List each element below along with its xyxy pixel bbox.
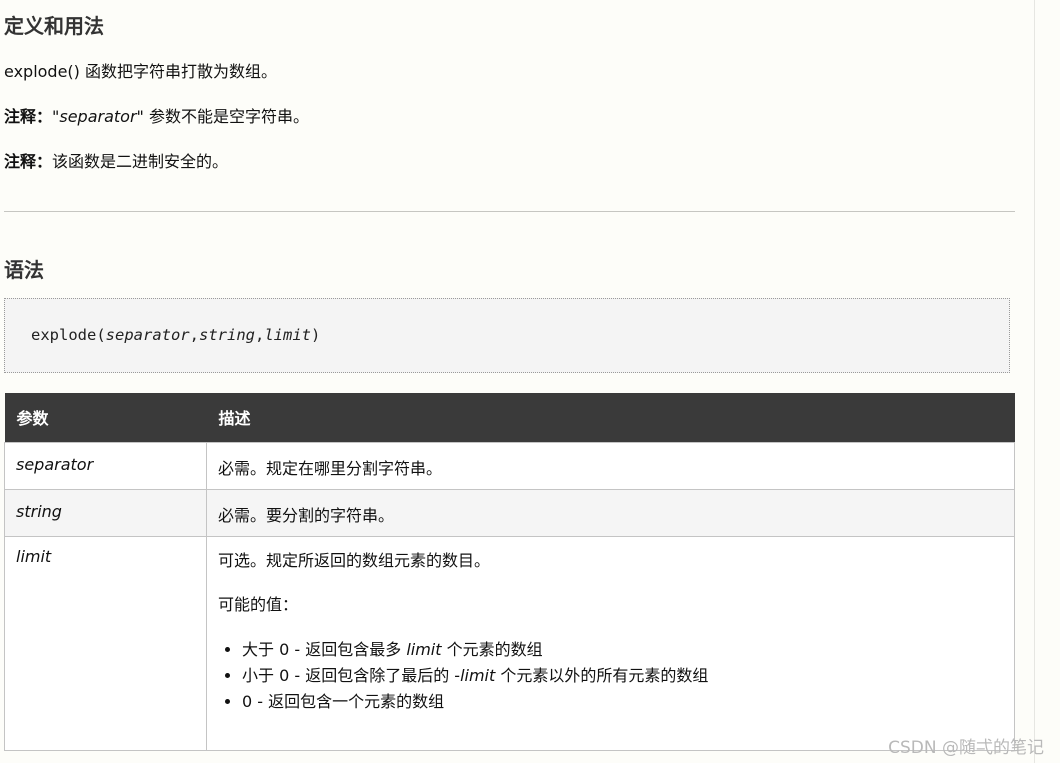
note-separator: 注释："separator" 参数不能是空字符串。 (4, 103, 309, 127)
quote-close: " (136, 107, 144, 126)
definition-paragraph: explode() 函数把字符串打散为数组。 (4, 58, 277, 82)
param-description-cell: 可选。规定所返回的数组元素的数目。 可能的值： 大于 0 - 返回包含最多 li… (206, 535, 1015, 751)
definition-text: 函数把字符串打散为数组。 (79, 62, 277, 81)
list-item: 小于 0 - 返回包含除了最后的 -limit 个元素以外的所有元素的数组 (242, 663, 1003, 689)
table-row: limit 可选。规定所返回的数组元素的数目。 可能的值： 大于 0 - 返回包… (4, 535, 1015, 751)
value-text: 小于 0 - 返回包含除了最后的 - (242, 665, 461, 685)
note-text: 参数不能是空字符串。 (143, 107, 309, 126)
param-description: 必需。规定在哪里分割字符串。 (206, 441, 1015, 490)
table-header-row: 参数 描述 (4, 393, 1015, 442)
document-page: 定义和用法 explode() 函数把字符串打散为数组。 注释："separat… (0, 0, 1034, 763)
param-description: 可选。规定所返回的数组元素的数目。 (218, 550, 491, 570)
list-item: 大于 0 - 返回包含最多 limit 个元素的数组 (242, 637, 1003, 663)
note-label: 注释： (4, 107, 53, 126)
syntax-heading: 语法 (4, 258, 44, 282)
code-arg-limit: limit (264, 326, 312, 344)
param-description: 必需。要分割的字符串。 (206, 488, 1015, 537)
code-function: explode( (31, 326, 106, 344)
note-label: 注释： (4, 152, 53, 171)
page-scrollbar-track[interactable] (1034, 0, 1060, 763)
list-item: 0 - 返回包含一个元素的数组 (242, 689, 1003, 715)
code-arg-string: string (199, 326, 255, 344)
note-binary-safe: 注释：该函数是二进制安全的。 (4, 148, 228, 172)
value-emphasis: limit (460, 665, 496, 685)
definition-heading: 定义和用法 (4, 14, 104, 38)
value-text: 大于 0 - 返回包含最多 (242, 639, 407, 659)
note-param-name: separator (59, 107, 137, 126)
param-name: string (4, 488, 207, 537)
parameters-table: 参数 描述 separator 必需。规定在哪里分割字符串。 string 必需… (4, 393, 1015, 751)
watermark: CSDN @随弌的笔记 (888, 738, 1044, 758)
possible-values-list: 大于 0 - 返回包含最多 limit 个元素的数组 小于 0 - 返回包含除了… (218, 637, 1003, 715)
code-close-paren: ) (311, 326, 321, 344)
section-divider (4, 211, 1015, 212)
code-arg-separator: separator (105, 326, 190, 344)
header-description: 描述 (206, 393, 1015, 442)
table-row: separator 必需。规定在哪里分割字符串。 (4, 441, 1015, 490)
param-name: separator (4, 441, 207, 490)
table-row: string 必需。要分割的字符串。 (4, 488, 1015, 537)
value-text: 个元素的数组 (441, 639, 543, 659)
code-comma: , (189, 326, 199, 344)
value-text: 0 - 返回包含一个元素的数组 (242, 691, 445, 711)
value-text: 个元素以外的所有元素的数组 (495, 665, 709, 685)
possible-values-label: 可能的值： (218, 594, 299, 614)
code-comma: , (255, 326, 265, 344)
function-name: explode() (4, 62, 80, 81)
note-text: 该函数是二进制安全的。 (52, 152, 229, 171)
param-name: limit (4, 535, 207, 751)
value-emphasis: limit (406, 639, 442, 659)
header-parameter: 参数 (4, 393, 207, 442)
syntax-code-block: explode(separator,string,limit) (4, 298, 1010, 373)
syntax-code-line: explode(separator,string,limit) (31, 326, 320, 344)
